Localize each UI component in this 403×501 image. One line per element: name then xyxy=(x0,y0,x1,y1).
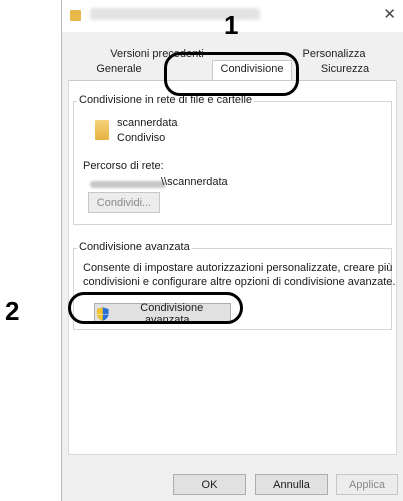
callout-ring-2 xyxy=(68,292,243,324)
share-status: Condiviso xyxy=(117,132,166,144)
network-path-label: Percorso di rete: xyxy=(83,160,164,172)
folder-name: scannerdata xyxy=(117,117,178,129)
folder-icon xyxy=(70,10,81,21)
network-path-value: \\scannerdata xyxy=(161,176,228,188)
advanced-sharing-description-1: Consente di impostare autorizzazioni per… xyxy=(83,262,393,274)
tab-panel: Condivisione in rete di file e cartelle … xyxy=(68,81,397,455)
callout-ring-1 xyxy=(164,52,299,96)
apply-button[interactable]: Applica xyxy=(336,474,398,495)
callout-number-1: 1 xyxy=(224,10,239,40)
cancel-button[interactable]: Annulla xyxy=(255,474,328,495)
shared-folder-icon xyxy=(95,120,109,140)
network-path-redacted xyxy=(90,181,166,188)
tab-generale[interactable]: Generale xyxy=(84,63,154,75)
advanced-sharing-description-2: condivisioni e configurare altre opzioni… xyxy=(83,276,396,288)
tab-personalizza[interactable]: Personalizza xyxy=(294,48,374,60)
share-button[interactable]: Condividi... xyxy=(88,192,160,213)
network-sharing-group: Condivisione in rete di file e cartelle … xyxy=(73,94,392,225)
ok-button[interactable]: OK xyxy=(173,474,246,495)
callout-number-2: 2 xyxy=(5,296,20,326)
group-title-advanced-sharing: Condivisione avanzata xyxy=(77,241,192,253)
tab-sicurezza[interactable]: Sicurezza xyxy=(310,63,380,75)
close-icon[interactable]: ✕ xyxy=(383,7,396,22)
